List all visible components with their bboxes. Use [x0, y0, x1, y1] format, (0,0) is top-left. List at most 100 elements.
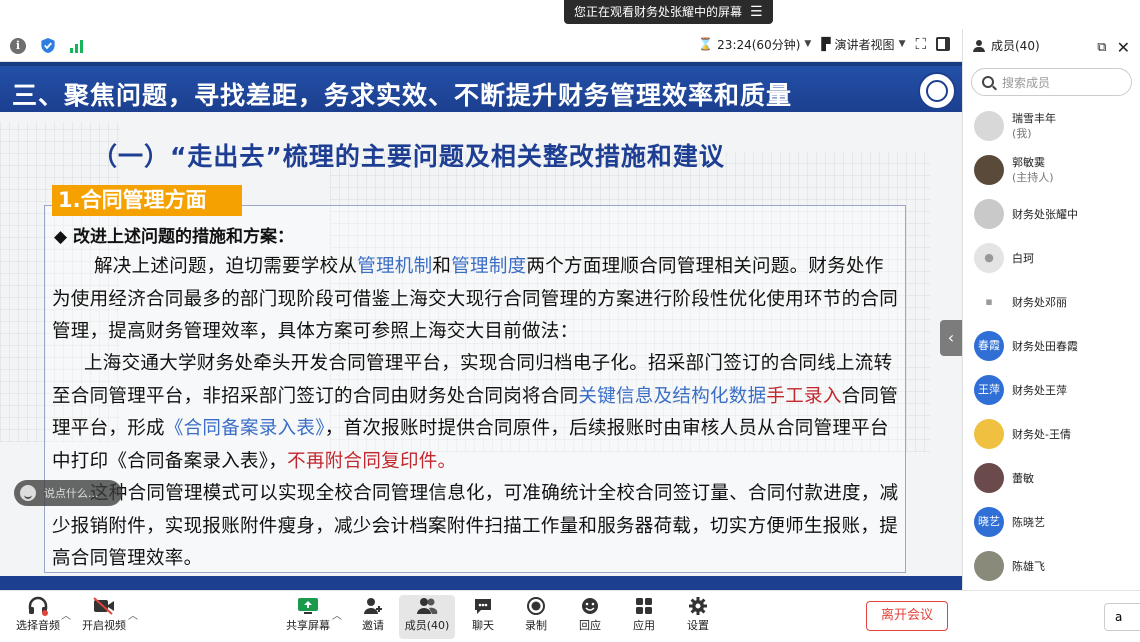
- chat-icon: [473, 595, 493, 617]
- member-item[interactable]: 王萍 财务处王萍: [963, 368, 1140, 412]
- info-icon[interactable]: i: [10, 37, 26, 54]
- member-item[interactable]: 郭敏霙 (主持人): [963, 148, 1140, 192]
- gear-icon: [688, 595, 708, 617]
- member-name: 财务处田春霞: [1012, 339, 1078, 353]
- member-name: 郭敏霙: [1012, 156, 1045, 169]
- member-name: 财务处张耀中: [1012, 207, 1078, 221]
- members-button[interactable]: 成员(40): [399, 595, 455, 639]
- member-item[interactable]: 财务处-王倩: [963, 412, 1140, 456]
- member-name: 财务处邓丽: [1012, 295, 1067, 309]
- popout-icon[interactable]: ⧉: [1097, 40, 1106, 55]
- members-title: 成员(40): [991, 39, 1040, 53]
- signal-icon[interactable]: [70, 39, 83, 53]
- avatar: [974, 419, 1004, 449]
- control-bar: 选择音频 ︿ 开启视频 ︿ 共享屏幕 ︿ 邀请 成员(40) 聊天 录制 回应 …: [0, 590, 1140, 642]
- avatar: ▪: [974, 287, 1004, 317]
- apps-grid-icon: [635, 595, 653, 617]
- chat-button[interactable]: 聊天: [455, 595, 511, 633]
- member-item[interactable]: 陈雄飞: [963, 544, 1140, 588]
- member-item[interactable]: ● 白珂: [963, 236, 1140, 280]
- section-tag: 1.合同管理方面: [52, 185, 242, 216]
- sharing-text: 您正在观看财务处张耀中的屏幕: [574, 5, 743, 19]
- meeting-timer[interactable]: ⌛ 23:24(60分钟) ▼: [698, 36, 811, 53]
- avatar: [974, 199, 1004, 229]
- member-name: 陈晓艺: [1012, 515, 1045, 529]
- member-search-input[interactable]: 搜索成员: [971, 68, 1132, 96]
- chevron-up-icon[interactable]: ︿: [332, 607, 342, 622]
- leave-meeting-button[interactable]: 离开会议: [866, 601, 948, 631]
- headphones-icon: [27, 595, 49, 617]
- share-screen-button[interactable]: 共享屏幕: [280, 595, 336, 633]
- comment-input[interactable]: 说点什么...: [14, 480, 122, 506]
- member-item[interactable]: 财务处张耀中: [963, 192, 1140, 236]
- member-list: 瑞雪丰年 (我) 郭敏霙 (主持人) 财务处张耀中 ● 白珂 ▪ 财务处邓丽 春霞 财务处田春霞 王萍…: [963, 104, 1140, 588]
- bullet-heading: ◆ 改进上述问题的措施和方案：: [54, 227, 294, 247]
- chevron-up-icon[interactable]: ︿: [128, 607, 138, 622]
- member-name: 蕾敏: [1012, 471, 1034, 485]
- avatar: [974, 111, 1004, 141]
- hourglass-icon: ⌛: [698, 37, 714, 51]
- avatar: 晓艺: [974, 507, 1004, 537]
- chevron-down-icon: ▼: [804, 39, 812, 49]
- apps-button[interactable]: 应用: [616, 595, 672, 633]
- member-item[interactable]: 蕾敏: [963, 456, 1140, 500]
- fullscreen-icon[interactable]: ⛶: [915, 35, 926, 53]
- video-button[interactable]: 开启视频: [76, 595, 132, 633]
- avatar: 王萍: [974, 375, 1004, 405]
- video-off-icon: [92, 595, 116, 617]
- share-screen-icon: [297, 595, 319, 617]
- paragraph-1: 解决上述问题，迫切需要学校从管理机制和管理制度两个方面理顺合同管理相关问题。财务…: [52, 256, 899, 342]
- slide-header: 三、聚焦问题，寻找差距，务求实效、不断提升财务管理效率和质量: [0, 62, 962, 112]
- add-person-icon: [363, 595, 383, 617]
- member-role: (主持人): [1012, 171, 1054, 184]
- avatar: [974, 155, 1004, 185]
- chevron-down-icon: ▼: [898, 39, 906, 49]
- member-item[interactable]: 春霞 财务处田春霞: [963, 324, 1140, 368]
- avatar: [974, 551, 1004, 581]
- shield-icon[interactable]: [40, 37, 56, 54]
- screen-share-indicator[interactable]: 您正在观看财务处张耀中的屏幕 ☰: [564, 0, 773, 24]
- member-role: (我): [1012, 127, 1032, 140]
- member-name: 白珂: [1012, 251, 1034, 265]
- members-icon: [973, 39, 985, 52]
- members-panel: 成员(40) ⧉ ✕ 搜索成员 瑞雪丰年 (我) 郭敏霙 (主持人) 财务处张耀中 ● 白珂…: [962, 29, 1140, 590]
- view-mode-dropdown[interactable]: ▛ 演讲者视图 ▼: [821, 36, 905, 53]
- university-logo: [918, 72, 956, 110]
- split-view-icon[interactable]: [936, 37, 950, 51]
- member-item[interactable]: ▪ 财务处邓丽: [963, 280, 1140, 324]
- collapse-panel-button[interactable]: ‹: [940, 320, 962, 356]
- member-name: 陈雄飞: [1012, 559, 1045, 573]
- member-name: 财务处-王倩: [1012, 427, 1071, 441]
- panel-action-button[interactable]: a: [1104, 603, 1140, 631]
- member-name: 瑞雪丰年: [1012, 112, 1056, 125]
- presenter-view-icon: ▛: [821, 37, 831, 51]
- emoji-icon[interactable]: [20, 485, 36, 501]
- reaction-icon: [580, 595, 600, 617]
- invite-button[interactable]: 邀请: [345, 595, 401, 633]
- avatar: ●: [974, 243, 1004, 273]
- member-item[interactable]: 瑞雪丰年 (我): [963, 104, 1140, 148]
- audio-button[interactable]: 选择音频: [10, 595, 66, 633]
- top-banner: 您正在观看财务处张耀中的屏幕 ☰: [0, 0, 1140, 29]
- slide-subtitle: （一）“走出去”梳理的主要问题及相关整改措施和建议: [92, 142, 725, 171]
- record-icon: [526, 595, 546, 617]
- slide-footer-bar: [0, 576, 962, 590]
- chevron-up-icon[interactable]: ︿: [61, 607, 71, 622]
- members-icon: [416, 595, 438, 617]
- close-icon[interactable]: ✕: [1117, 38, 1130, 57]
- avatar: 春霞: [974, 331, 1004, 361]
- member-item[interactable]: 晓艺 陈晓艺: [963, 500, 1140, 544]
- member-name: 财务处王萍: [1012, 383, 1067, 397]
- paragraph-2: 上海交通大学财务处牵头开发合同管理平台，实现合同归档电子化。招采部门签订的合同线…: [52, 353, 899, 472]
- react-button[interactable]: 回应: [562, 595, 618, 633]
- avatar: [974, 463, 1004, 493]
- record-button[interactable]: 录制: [508, 595, 564, 633]
- members-panel-header: 成员(40) ⧉ ✕: [963, 29, 1140, 62]
- slide-header-title: 三、聚焦问题，寻找差距，务求实效、不断提升财务管理效率和质量: [12, 81, 793, 110]
- viewer-toolbar: i ⌛ 23:24(60分钟) ▼ ▛ 演讲者视图 ▼ ⛶: [0, 29, 962, 62]
- menu-icon[interactable]: ☰: [750, 0, 763, 24]
- shared-slide: 三、聚焦问题，寻找差距，务求实效、不断提升财务管理效率和质量 （一）“走出去”梳…: [0, 62, 962, 590]
- paragraph-3: 这种合同管理模式可以实现全校合同管理信息化，可准确统计全校合同签订量、合同付款进…: [52, 483, 899, 569]
- settings-button[interactable]: 设置: [670, 595, 726, 633]
- search-icon: [982, 76, 994, 88]
